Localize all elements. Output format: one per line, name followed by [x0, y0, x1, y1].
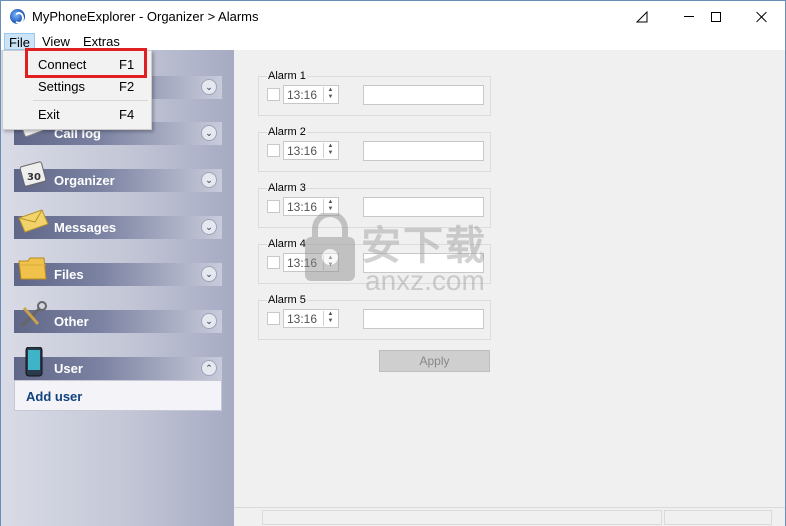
sidebar-group-user[interactable]: User ⌃	[14, 347, 222, 380]
chevron-up-icon[interactable]: ⌃	[201, 360, 217, 376]
menu-item-settings[interactable]: Settings F2	[4, 76, 150, 98]
time-spinner[interactable]: ▲▼	[323, 199, 337, 214]
sidebar-group-messages[interactable]: Messages ⌄	[14, 209, 222, 239]
spin-down-icon[interactable]: ▼	[324, 150, 337, 157]
svg-text:30: 30	[27, 172, 41, 183]
chevron-down-icon[interactable]: ⌄	[201, 172, 217, 188]
alarm-time-value: 13:16	[287, 88, 318, 102]
alarm-group: Alarm 5 13:16 ▲ ▼	[258, 294, 491, 340]
alarm-enable-checkbox[interactable]	[267, 256, 280, 269]
close-icon	[756, 11, 768, 23]
highlight-annotation	[25, 48, 147, 78]
sidebar-group-organizer[interactable]: 30 Organizer ⌄	[14, 161, 222, 192]
alarm-time-value: 13:16	[287, 144, 318, 158]
alarm-enable-checkbox[interactable]	[267, 144, 280, 157]
alarm-time-value: 13:16	[287, 200, 318, 214]
app-logo-icon	[10, 9, 25, 24]
status-bar	[234, 507, 785, 526]
chevron-down-icon[interactable]: ⌄	[201, 125, 217, 141]
alarm-time-input[interactable]: 13:16 ▲▼	[283, 309, 339, 328]
tools-icon	[20, 301, 47, 328]
sidebar-group-label: Other	[54, 314, 89, 329]
spin-down-icon[interactable]: ▼	[324, 94, 337, 101]
alarms-panel: Alarm 1 13:16 ▲ ▼ Alarm 2 13:16 ▲ ▼ Alarm 3 …	[234, 50, 785, 507]
alarm-group: Alarm 2 13:16 ▲ ▼	[258, 126, 491, 172]
spin-up-icon[interactable]: ▲	[324, 143, 337, 150]
spin-up-icon[interactable]: ▲	[324, 87, 337, 94]
chevron-down-icon[interactable]: ⌄	[201, 313, 217, 329]
pin-icon[interactable]	[619, 1, 665, 32]
sidebar-group-label: Messages	[54, 220, 117, 235]
sidebar-group-files[interactable]: Files ⌄	[14, 257, 222, 286]
menu-item-shortcut: F2	[119, 79, 135, 94]
menu-item-label: Exit	[38, 107, 60, 122]
watermark-text-cn: 安下载	[361, 224, 487, 268]
user-panel: Add user	[14, 380, 222, 411]
alarm-name-input[interactable]	[363, 85, 484, 105]
envelope-icon	[18, 209, 49, 233]
status-segment	[664, 510, 772, 525]
shield-lock-icon	[305, 213, 355, 281]
status-segment	[262, 510, 662, 525]
alarm-enable-checkbox[interactable]	[267, 200, 280, 213]
watermark: 安下载 anxz.com	[301, 213, 501, 303]
apply-button[interactable]: Apply	[379, 350, 490, 372]
spin-down-icon[interactable]: ▼	[324, 206, 337, 213]
sidebar-group-label: User	[54, 361, 83, 376]
alarm-name-input[interactable]	[363, 309, 484, 329]
menu-separator	[33, 100, 148, 101]
maximize-button[interactable]	[693, 1, 739, 32]
time-spinner[interactable]: ▲▼	[323, 143, 337, 158]
alarm-title: Alarm 1	[267, 70, 307, 82]
menu-item-label: Settings	[38, 79, 85, 94]
add-user-link[interactable]: Add user	[26, 389, 82, 404]
chevron-down-icon[interactable]: ⌄	[201, 219, 217, 235]
menu-item-exit[interactable]: Exit F4	[4, 104, 150, 126]
chevron-down-icon[interactable]: ⌄	[201, 79, 217, 95]
sidebar-group-label: Organizer	[54, 173, 115, 188]
watermark-text-en: anxz.com	[365, 265, 485, 296]
time-spinner[interactable]: ▲▼	[323, 87, 337, 102]
folder-icon	[18, 257, 47, 280]
app-window: MyPhoneExplorer - Organizer > Alarms Fil…	[0, 0, 786, 526]
phone-device-icon	[25, 347, 43, 377]
close-button[interactable]	[739, 1, 785, 32]
alarm-time-input[interactable]: 13:16 ▲▼	[283, 141, 339, 160]
sidebar-group-label: Files	[54, 267, 84, 282]
alarm-time-value: 13:16	[287, 312, 318, 326]
alarm-enable-checkbox[interactable]	[267, 88, 280, 101]
sidebar-group-other[interactable]: Other ⌄	[14, 301, 222, 333]
alarm-enable-checkbox[interactable]	[267, 312, 280, 325]
time-spinner[interactable]: ▲▼	[323, 311, 337, 326]
alarm-name-input[interactable]	[363, 141, 484, 161]
alarm-group: Alarm 1 13:16 ▲ ▼	[258, 70, 491, 116]
window-title: MyPhoneExplorer - Organizer > Alarms	[32, 9, 259, 24]
spin-down-icon[interactable]: ▼	[324, 318, 337, 325]
maximize-icon	[711, 11, 721, 22]
alarm-title: Alarm 3	[267, 182, 307, 194]
title-bar: MyPhoneExplorer - Organizer > Alarms	[1, 1, 785, 32]
calendar-icon: 30	[19, 161, 47, 187]
spin-up-icon[interactable]: ▲	[324, 311, 337, 318]
alarm-title: Alarm 2	[267, 126, 307, 138]
chevron-down-icon[interactable]: ⌄	[201, 266, 217, 282]
spin-up-icon[interactable]: ▲	[324, 199, 337, 206]
alarm-time-input[interactable]: 13:16 ▲▼	[283, 85, 339, 104]
menu-item-shortcut: F4	[119, 107, 135, 122]
